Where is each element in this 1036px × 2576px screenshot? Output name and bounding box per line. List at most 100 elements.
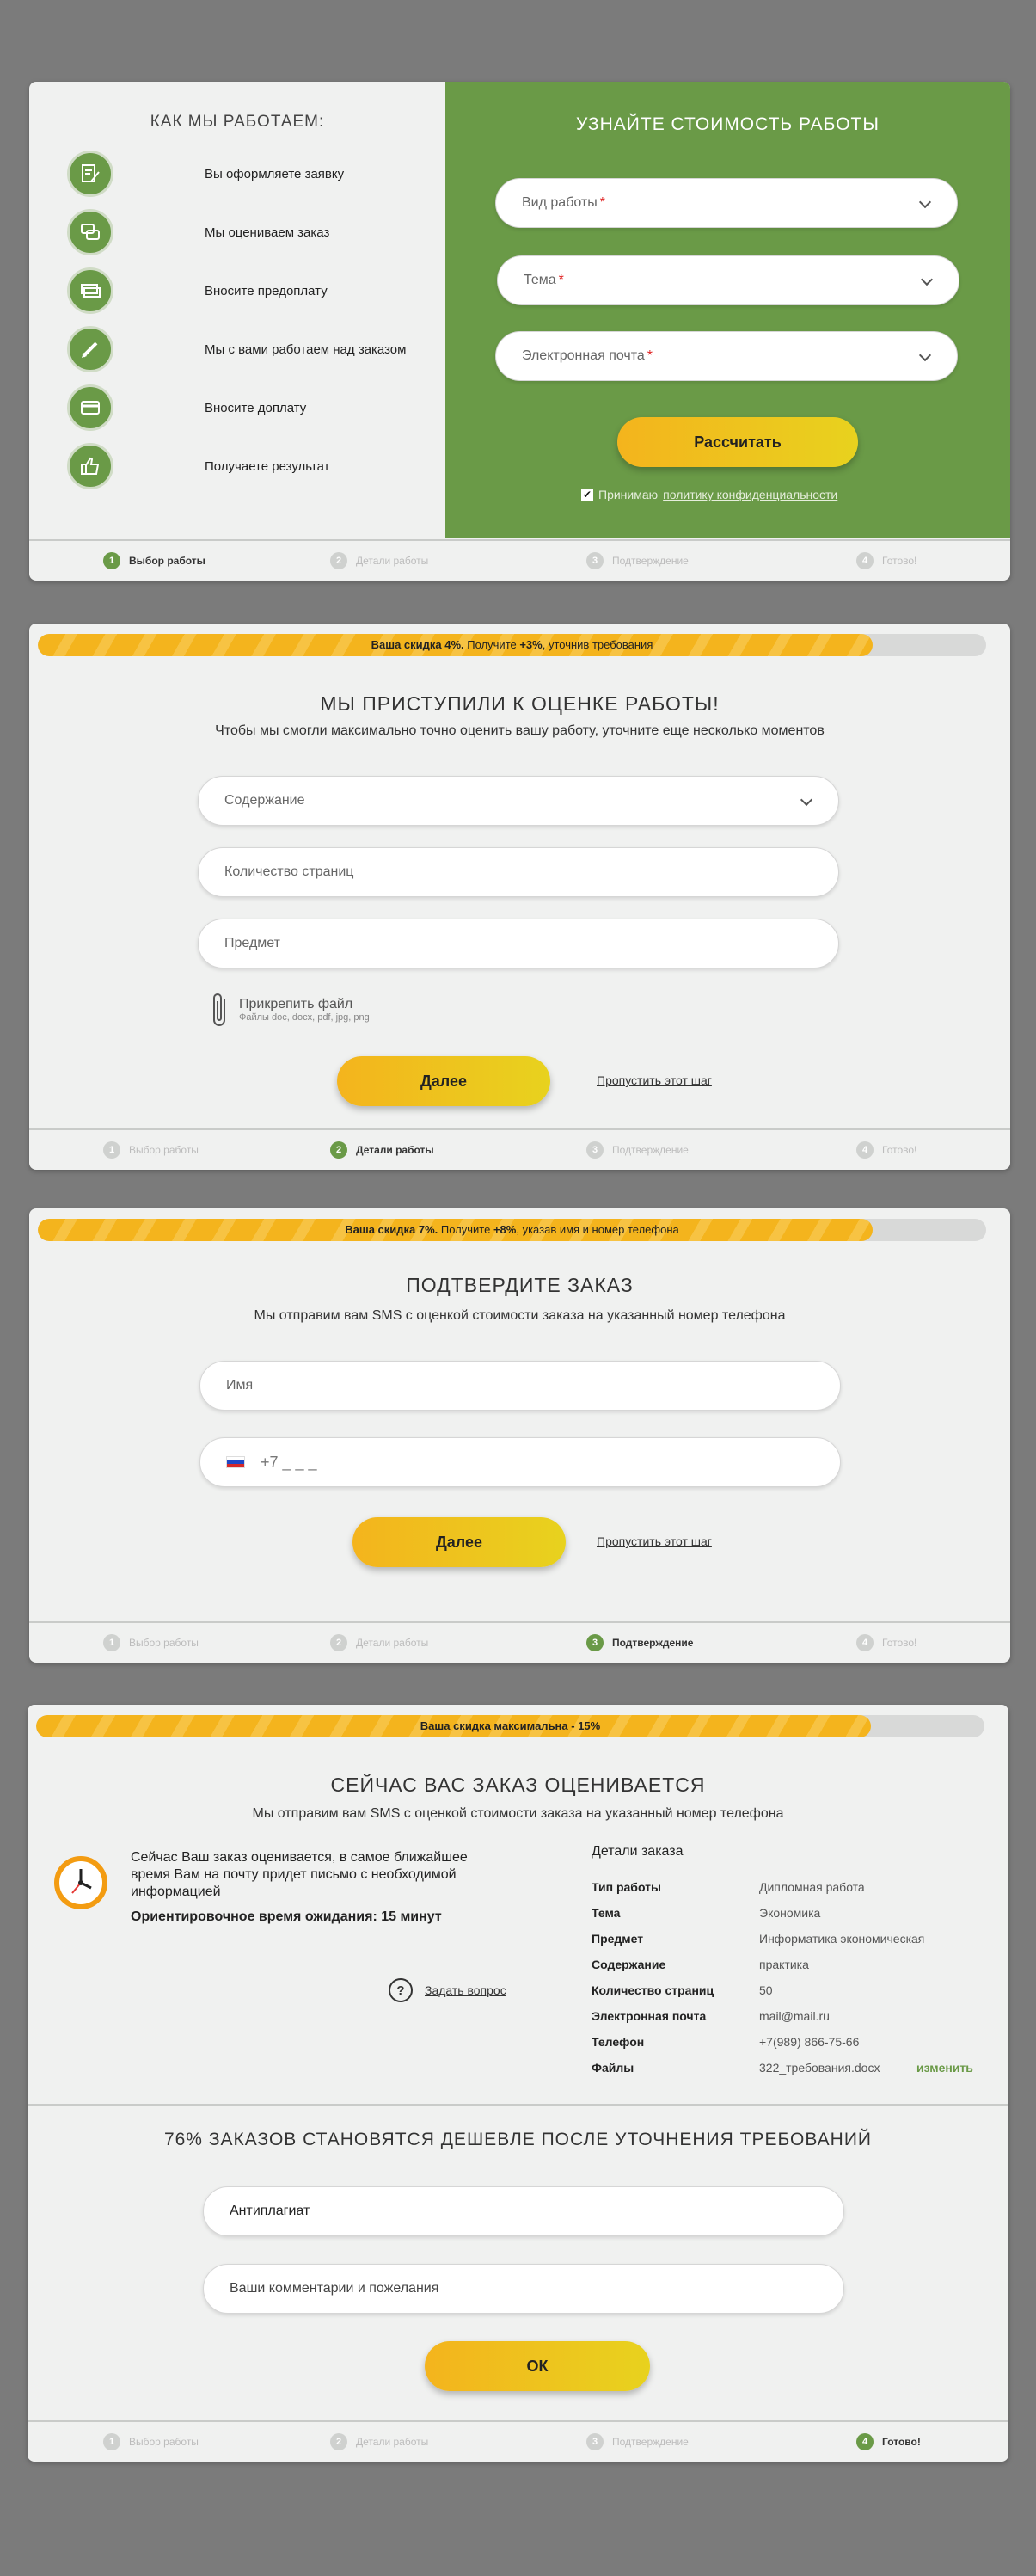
how-item-label: Мы с вами работаем над заказом (205, 341, 407, 357)
ask-question[interactable]: ? Задать вопрос (389, 1978, 506, 2002)
pencil-icon (67, 326, 113, 372)
ask-question-link[interactable]: Задать вопрос (425, 1983, 506, 1997)
detail-row: Содержание практика (592, 1958, 809, 1971)
content-select[interactable]: Содержание (198, 776, 839, 826)
topic-select[interactable]: Тема * (497, 255, 959, 305)
chevron-down-icon (800, 793, 813, 807)
how-item-surcharge: Вносите доплату (67, 384, 306, 431)
how-item-prepay: Вносите предоплату (67, 267, 328, 314)
discount-progress: Ваша скидка максимальна - 15% (36, 1715, 984, 1737)
next-button[interactable]: Далее (337, 1056, 550, 1106)
ok-button[interactable]: ОК (425, 2341, 650, 2391)
paperclip-icon (213, 993, 225, 1026)
steps-bar: 1 Выбор работы 2 Детали работы 3 Подтвержде… (28, 2420, 1008, 2462)
attach-hint: Файлы doc, docx, pdf, jpg, png (239, 1012, 370, 1023)
step-2: 2 Детали работы (330, 552, 428, 569)
confirm-order-card: Ваша скидка 7%. Получите +8%, указав имя… (29, 1208, 1010, 1663)
how-title: КАК МЫ РАБОТАЕМ: (150, 113, 325, 131)
how-item-working: Мы с вами работаем над заказом (67, 326, 406, 372)
step-1: 1 Выбор работы (103, 2433, 199, 2450)
discount-progress: Ваша скидка 4%. Получите +3%, уточнив тр… (38, 634, 986, 656)
detail-row: Предмет Информатика экономическая (592, 1932, 925, 1946)
money-icon (67, 267, 113, 314)
name-input[interactable]: Имя (199, 1361, 841, 1411)
credit-card-icon (67, 384, 113, 431)
discount-progress: Ваша скидка 7%. Получите +8%, указав имя… (38, 1219, 986, 1241)
email-select[interactable]: Электронная почта * (495, 331, 958, 381)
step-4: 4 Готово! (856, 1141, 916, 1159)
clock-icon (53, 1855, 108, 1915)
order-evaluating-card: Ваша скидка максимальна - 15% СЕЙЧАС ВАС… (28, 1705, 1008, 2462)
steps-bar: 1 Выбор работы 2 Детали работы 3 Подтвержде… (29, 1128, 1010, 1170)
consent-checkbox[interactable]: ✔ (581, 489, 593, 501)
progress-text: Ваша скидка 4%. Получите +3%, уточнив тр… (371, 638, 653, 651)
step-4: 4 Готово! (856, 552, 916, 569)
email-placeholder: Электронная почта (522, 348, 645, 363)
comments-input[interactable]: Ваши комментарии и пожелания (203, 2264, 844, 2314)
how-item-label: Мы оцениваем заказ (205, 224, 330, 240)
step-2: 2 Детали работы (330, 1634, 428, 1651)
step-subtitle: Чтобы мы смогли максимально точно оценит… (215, 723, 825, 738)
chevron-down-icon (918, 195, 932, 209)
how-item-label: Вносите доплату (205, 400, 307, 415)
question-icon: ? (389, 1978, 413, 2002)
step-title: МЫ ПРИСТУПИЛИ К ОЦЕНКЕ РАБОТЫ! (320, 692, 720, 715)
next-button[interactable]: Далее (352, 1517, 566, 1567)
work-details-card: Ваша скидка 4%. Получите +3%, уточнив тр… (29, 624, 1010, 1170)
details-title: Детали заказа (592, 1844, 684, 1859)
progress-text: Ваша скидка 7%. Получите +8%, указав имя… (345, 1223, 679, 1236)
attach-label: Прикрепить файл (239, 997, 353, 1011)
how-item-label: Вносите предоплату (205, 283, 328, 298)
work-type-placeholder: Вид работы (522, 195, 598, 210)
detail-row: Тема Экономика (592, 1906, 821, 1920)
divider (28, 2104, 1008, 2106)
detail-row: Телефон +7(989) 866-75-66 (592, 2035, 860, 2049)
step-2: 2 Детали работы (330, 1141, 434, 1159)
progress-text: Ваша скидка максимальна - 15% (420, 1719, 601, 1732)
thumbs-up-icon (67, 443, 113, 489)
how-item-label: Вы оформляете заявку (205, 166, 345, 181)
detail-row: Файлы 322_требования.docx изменить (592, 2061, 973, 2075)
how-item-evaluate: Мы оцениваем заказ (67, 209, 329, 255)
consent-text: Принимаю (598, 488, 659, 501)
status-text: Сейчас Ваш заказ оценивается, в самое бл… (131, 1850, 468, 1899)
chevron-down-icon (920, 273, 934, 286)
skip-step-link[interactable]: Пропустить этот шаг (597, 1534, 712, 1548)
cost-form-panel: УЗНАЙТЕ СТОИМОСТЬ РАБОТЫ Вид работы * Тем… (445, 82, 1010, 538)
how-item-result: Получаете результат (67, 443, 329, 489)
antiplagiarism-input[interactable]: Антиплагиат (203, 2186, 844, 2236)
step-4: 4 Готово! (856, 1634, 916, 1651)
step-title: ПОДТВЕРДИТЕ ЗАКАЗ (406, 1274, 634, 1296)
chevron-down-icon (918, 348, 932, 362)
pages-input[interactable]: Количество страниц (198, 847, 839, 897)
order-details: Детали заказа Тип работы Дипломная работа… (592, 1844, 987, 2102)
detail-row: Тип работы Дипломная работа (592, 1880, 865, 1894)
document-pen-icon (67, 151, 113, 197)
work-type-select[interactable]: Вид работы * (495, 178, 958, 228)
step-3: 3 Подтверждение (586, 2433, 689, 2450)
steps-bar: 1 Выбор работы 2 Детали работы 3 Подтвержде… (29, 1621, 1010, 1663)
step-1: 1 Выбор работы (103, 1141, 199, 1159)
step-subtitle: Мы отправим вам SMS с оценкой стоимости … (254, 1308, 786, 1323)
step-3: 3 Подтверждение (586, 1141, 689, 1159)
promo-title: 76% ЗАКАЗОВ СТАНОВЯТСЯ ДЕШЕВЛЕ ПОСЛЕ УТО… (163, 2130, 873, 2149)
step-3: 3 Подтверждение (586, 1634, 693, 1651)
step-3: 3 Подтверждение (586, 552, 689, 569)
step-1: 1 Выбор работы (103, 552, 205, 569)
phone-input[interactable]: +7 _ _ _ (199, 1437, 841, 1487)
how-item-request: Вы оформляете заявку (67, 151, 344, 197)
step-1: 1 Выбор работы (103, 1634, 199, 1651)
step-2: 2 Детали работы (330, 2433, 428, 2450)
detail-row: Электронная почта mail@mail.ru (592, 2009, 830, 2023)
calculate-button[interactable]: Рассчитать (617, 417, 858, 467)
privacy-policy-link[interactable]: политику конфиденциальности (663, 488, 837, 501)
change-link[interactable]: изменить (916, 2061, 973, 2075)
how-we-work-card: КАК МЫ РАБОТАЕМ: Вы оформляете заявку Мы… (29, 82, 1010, 581)
topic-placeholder: Тема (524, 273, 556, 287)
subject-input[interactable]: Предмет (198, 919, 839, 968)
wait-time-text: Ориентировочное время ожидания: 15 минут (131, 1909, 442, 1924)
skip-step-link[interactable]: Пропустить этот шаг (597, 1073, 712, 1087)
step-title: СЕЙЧАС ВАС ЗАКАЗ ОЦЕНИВАЕТСЯ (330, 1774, 706, 1796)
attach-file[interactable]: Прикрепить файл Файлы doc, docx, pdf, jp… (210, 991, 370, 1029)
how-item-label: Получаете результат (205, 458, 330, 474)
